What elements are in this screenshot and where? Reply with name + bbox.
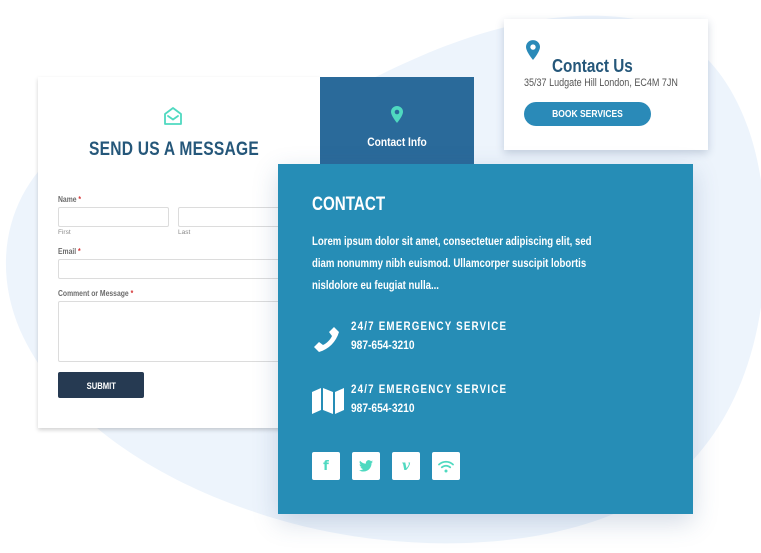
message-label: Comment or Message * xyxy=(58,289,134,298)
contact-info-tab[interactable]: Contact Info xyxy=(320,77,474,167)
service-phone[interactable]: 987-654-3210 xyxy=(351,338,415,352)
submit-button[interactable]: SUBMIT xyxy=(58,372,144,398)
email-label: Email * xyxy=(58,247,81,256)
last-sublabel: Last xyxy=(178,229,191,236)
service-phone[interactable]: 987-654-3210 xyxy=(351,401,415,415)
twitter-icon xyxy=(359,460,373,472)
form-title: SEND US A MESSAGE xyxy=(88,139,260,160)
vimeo-icon: v xyxy=(401,458,411,474)
facebook-icon: f xyxy=(323,458,329,474)
name-label: Name * xyxy=(58,195,82,204)
contact-us-title: Contact Us xyxy=(552,56,633,76)
contact-panel-title: CONTACT xyxy=(312,194,386,215)
map-pin-icon xyxy=(391,106,403,123)
contact-info-label: Contact Info xyxy=(367,135,427,149)
twitter-button[interactable] xyxy=(352,452,380,480)
book-services-label: BOOK SERVICES ONLINE xyxy=(552,109,623,144)
contact-us-card: Contact Us 35/37 Ludgate Hill London, EC… xyxy=(504,19,708,150)
contact-panel-text: Lorem ipsum dolor sit amet, consectetuer… xyxy=(312,234,592,292)
contact-address: 35/37 Ludgate Hill London, EC4M 7JN xyxy=(524,77,678,89)
phone-icon xyxy=(314,327,339,352)
submit-label: SUBMIT xyxy=(86,381,116,391)
map-pin-icon xyxy=(526,40,540,60)
map-icon xyxy=(312,388,344,414)
first-name-input[interactable] xyxy=(58,207,169,227)
service-title: 24/7 EMERGENCY SERVICE xyxy=(351,384,508,396)
facebook-button[interactable]: f xyxy=(312,452,340,480)
contact-panel: CONTACT Lorem ipsum dolor sit amet, cons… xyxy=(278,164,693,514)
rss-button[interactable] xyxy=(432,452,460,480)
book-services-button[interactable]: BOOK SERVICES ONLINE xyxy=(524,102,651,144)
service-title: 24/7 EMERGENCY SERVICE xyxy=(351,321,508,333)
envelope-open-icon xyxy=(164,107,182,125)
vimeo-button[interactable]: v xyxy=(392,452,420,480)
wifi-icon xyxy=(438,460,454,472)
first-sublabel: First xyxy=(58,229,71,236)
